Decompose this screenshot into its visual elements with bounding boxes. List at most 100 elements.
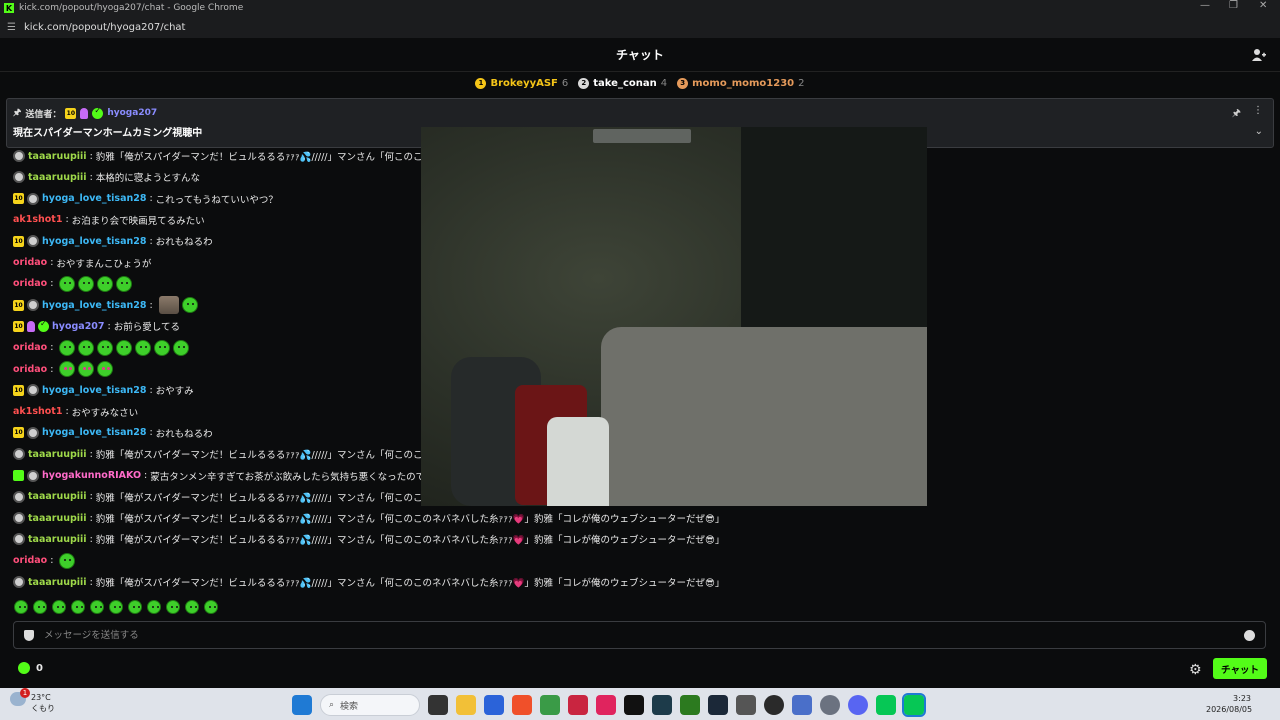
quick-emote-icon[interactable] bbox=[166, 600, 180, 614]
chat-username[interactable]: taaaruupiii bbox=[28, 449, 87, 460]
chat-message[interactable]: 10 hyoga_love_tisan28: これってもうねていいやつ？ bbox=[13, 191, 278, 207]
chat-message[interactable]: 10 hyoga_love_tisan28: おれもねるわ bbox=[13, 425, 213, 441]
url-text[interactable]: kick.com/popout/hyoga207/chat bbox=[24, 22, 186, 33]
settings-icon[interactable] bbox=[820, 695, 840, 715]
chat-message[interactable]: oridao: bbox=[13, 552, 76, 569]
start-icon[interactable] bbox=[292, 695, 312, 715]
quick-emote-icon[interactable] bbox=[109, 600, 123, 614]
chat-username[interactable]: oridao bbox=[13, 278, 47, 289]
chrome-icon[interactable] bbox=[540, 695, 560, 715]
chat-message[interactable]: 10 hyoga_love_tisan28: bbox=[13, 296, 198, 315]
discord-icon[interactable] bbox=[848, 695, 868, 715]
site-settings-icon[interactable]: ☰ bbox=[7, 22, 16, 33]
chat-username[interactable]: taaaruupiii bbox=[28, 513, 87, 524]
chat-username[interactable]: hyoga_love_tisan28 bbox=[42, 385, 146, 396]
chat-username[interactable]: taaaruupiii bbox=[28, 577, 87, 588]
chat-username[interactable]: taaaruupiii bbox=[28, 172, 87, 183]
quick-emote-icon[interactable] bbox=[14, 600, 28, 614]
stream-video-overlay[interactable] bbox=[421, 127, 927, 506]
chat-message[interactable]: hyogakunnoRIAKO: 蒙古タンメン辛すぎてお茶がぶ飲みしたら気持ち悪く… bbox=[13, 468, 444, 484]
chat-username[interactable]: hyoga_love_tisan28 bbox=[42, 300, 146, 311]
quick-emote-icon[interactable] bbox=[90, 600, 104, 614]
emoji-picker-icon[interactable] bbox=[1244, 630, 1255, 641]
task-view-icon[interactable] bbox=[428, 695, 448, 715]
chat-message[interactable]: 10 hyoga_love_tisan28: おれもねるわ bbox=[13, 233, 213, 249]
pinned-username[interactable]: hyoga207 bbox=[107, 108, 157, 118]
quick-emote-icon[interactable] bbox=[52, 600, 66, 614]
chat-username[interactable]: oridao bbox=[13, 257, 47, 268]
more-options-icon[interactable]: ⋮ bbox=[1253, 105, 1263, 116]
file-explorer-icon[interactable] bbox=[456, 695, 476, 715]
channel-points[interactable]: 0 bbox=[18, 662, 43, 674]
minimize-icon[interactable]: — bbox=[1200, 0, 1210, 11]
chat-username[interactable]: hyoga_love_tisan28 bbox=[42, 427, 146, 438]
restore-icon[interactable]: ❐ bbox=[1229, 0, 1238, 11]
app-icon-6[interactable] bbox=[736, 695, 756, 715]
brave-icon[interactable] bbox=[512, 695, 532, 715]
unpin-icon[interactable]: 🖈 bbox=[1232, 106, 1241, 123]
app-icon-7[interactable] bbox=[792, 695, 812, 715]
chat-username[interactable]: ak1shot1 bbox=[13, 214, 62, 225]
chat-message[interactable]: oridao: bbox=[13, 339, 190, 356]
chat-message[interactable]: oridao: bbox=[13, 275, 133, 292]
emote-icon bbox=[154, 339, 171, 356]
tiktok-icon[interactable] bbox=[596, 695, 616, 715]
message-input[interactable] bbox=[44, 627, 1224, 643]
app-icon-4[interactable] bbox=[652, 695, 672, 715]
chat-username[interactable]: hyoga_love_tisan28 bbox=[42, 193, 146, 204]
steam-icon[interactable] bbox=[708, 695, 728, 715]
chat-message[interactable]: ak1shot1: おやすみなさい bbox=[13, 404, 138, 420]
chat-message[interactable]: 10 hyoga_love_tisan28: おやすみ bbox=[13, 382, 194, 398]
shield-icon[interactable] bbox=[24, 630, 34, 641]
chat-message[interactable]: taaaruupiii: 豹雅「俺がスパイダーマンだ！ビュルるるるｧｧｧ💦////… bbox=[13, 531, 724, 547]
taskbar-search[interactable]: ⌕ 検索 bbox=[320, 694, 420, 716]
message-input-box[interactable] bbox=[13, 621, 1266, 649]
system-clock[interactable]: 3:23 2026/08/05 bbox=[1206, 693, 1252, 715]
chat-message[interactable]: oridao: おやすまんこひょうが bbox=[13, 255, 151, 271]
chat-username[interactable]: ak1shot1 bbox=[13, 406, 62, 417]
app-icon[interactable] bbox=[484, 695, 504, 715]
send-chat-button[interactable]: チャット bbox=[1213, 658, 1267, 679]
quick-emote-icon[interactable] bbox=[204, 600, 218, 614]
line-icon[interactable] bbox=[876, 695, 896, 715]
quick-emote-icon[interactable] bbox=[185, 600, 199, 614]
obs-icon[interactable] bbox=[764, 695, 784, 715]
quick-emote-icon[interactable] bbox=[128, 600, 142, 614]
close-icon[interactable]: ✕ bbox=[1259, 0, 1267, 11]
chat-message[interactable]: ak1shot1: お泊まり会で映画見てるみたい bbox=[13, 212, 205, 228]
quick-emote-icon[interactable] bbox=[71, 600, 85, 614]
chat-message[interactable]: 10 hyoga207:お前ら愛してる bbox=[13, 318, 180, 334]
quick-emote-icon[interactable] bbox=[33, 600, 47, 614]
chat-username[interactable]: hyogakunnoRIAKO bbox=[42, 470, 141, 481]
chat-username[interactable]: taaaruupiii bbox=[28, 491, 87, 502]
address-bar[interactable]: ☰ kick.com/popout/hyoga207/chat bbox=[0, 16, 1280, 38]
chat-message[interactable]: taaaruupiii: 豹雅「俺がスパイダーマンだ！ビュルるるるｧｧｧ💦////… bbox=[13, 446, 441, 462]
chat-username[interactable]: taaaruupiii bbox=[28, 151, 87, 162]
app-icon-2[interactable] bbox=[568, 695, 588, 715]
chat-message[interactable]: taaaruupiii: 豹雅「俺がスパイダーマンだ！ビュルるるるｧｧｧ💦////… bbox=[13, 148, 441, 164]
chat-username[interactable]: taaaruupiii bbox=[28, 534, 87, 545]
weather-widget[interactable]: 23°C くもり bbox=[10, 688, 55, 714]
chat-message[interactable]: taaaruupiii: 本格的に寝ようとすんな bbox=[13, 169, 200, 185]
quick-emote-icon[interactable] bbox=[147, 600, 161, 614]
chat-username[interactable]: oridao bbox=[13, 364, 47, 375]
chat-message[interactable]: oridao: bbox=[13, 361, 114, 377]
emote-icon bbox=[116, 275, 133, 292]
gear-icon[interactable]: ⚙ bbox=[1189, 662, 1202, 678]
app-icon-3[interactable] bbox=[624, 695, 644, 715]
chat-text: おやすみ bbox=[155, 386, 194, 398]
app-icon-5[interactable] bbox=[680, 695, 700, 715]
chat-message[interactable]: taaaruupiii: 豹雅「俺がスパイダーマンだ！ビュルるるるｧｧｧ💦////… bbox=[13, 510, 724, 526]
user-settings-icon[interactable] bbox=[1252, 48, 1266, 62]
chat-username[interactable]: oridao bbox=[13, 555, 47, 566]
chat-username[interactable]: oridao bbox=[13, 342, 47, 353]
leaderboard-entry[interactable]: 2 take_conan 4 bbox=[578, 77, 667, 89]
leaderboard-entry[interactable]: 1 BrokeyyASF 6 bbox=[475, 77, 568, 89]
chat-username[interactable]: hyoga_love_tisan28 bbox=[42, 236, 146, 247]
chat-username[interactable]: hyoga207 bbox=[52, 321, 105, 332]
chat-message[interactable]: taaaruupiii: 豹雅「俺がスパイダーマンだ！ビュルるるるｧｧｧ💦////… bbox=[13, 489, 441, 505]
chevron-down-icon[interactable]: ⌄ bbox=[1255, 126, 1263, 137]
chat-message[interactable]: taaaruupiii: 豹雅「俺がスパイダーマンだ！ビュルるるるｧｧｧ💦////… bbox=[13, 574, 724, 590]
line-icon-2[interactable] bbox=[902, 693, 926, 717]
leaderboard-entry[interactable]: 3 momo_momo1230 2 bbox=[677, 77, 805, 89]
